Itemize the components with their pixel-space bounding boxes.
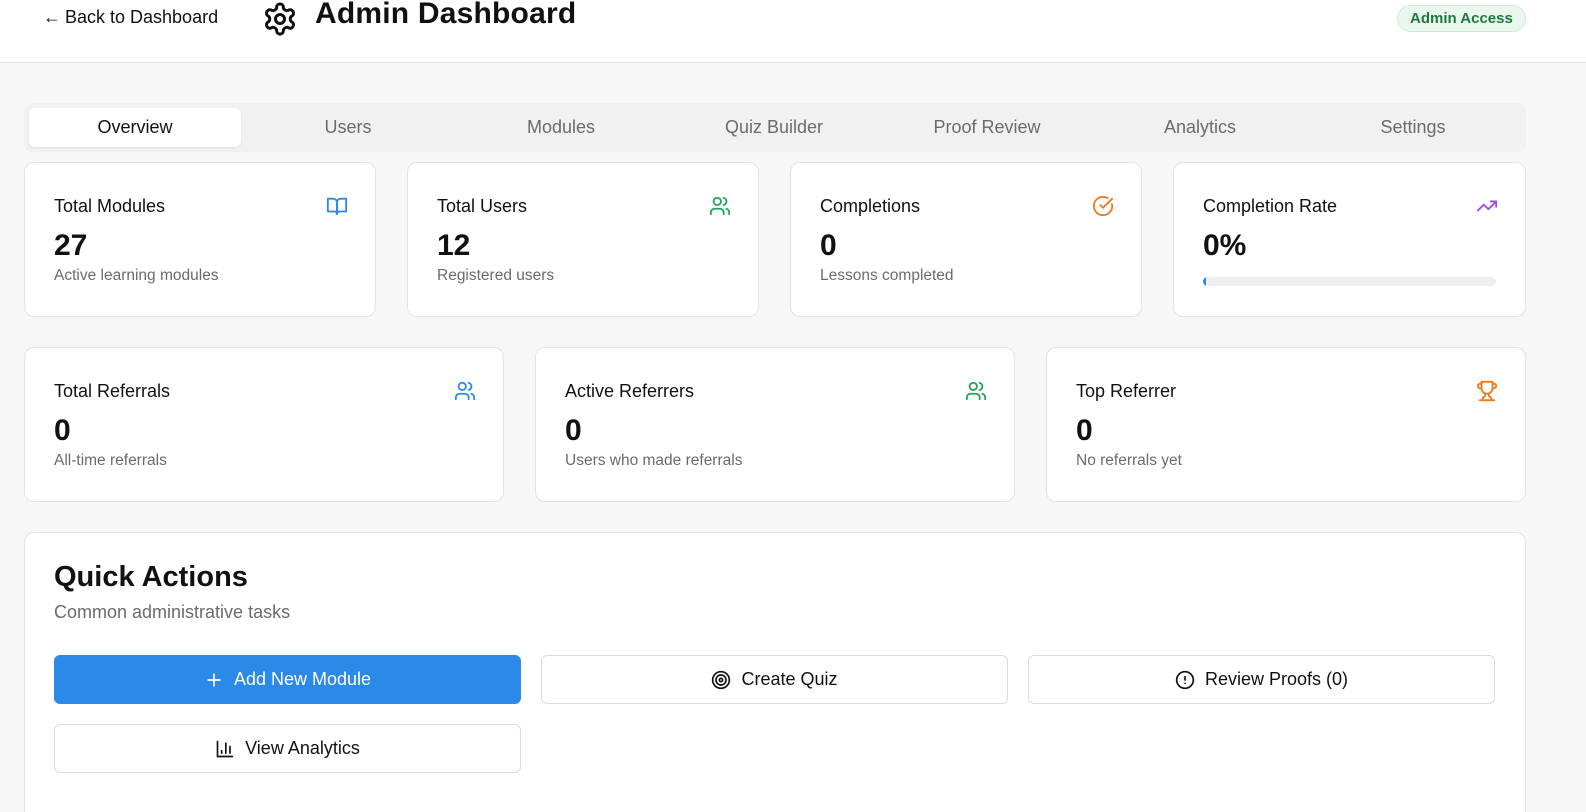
back-link-label: Back to Dashboard (65, 7, 219, 27)
trending-up-icon (1476, 200, 1498, 212)
stat-subtext: Registered users (437, 267, 555, 284)
tab-bar: Overview Users Modules Quiz Builder Proo… (24, 103, 1526, 152)
view-analytics-button[interactable]: View Analytics (54, 724, 521, 773)
stat-label: Total Referrals (54, 381, 171, 401)
page-title: Admin Dashboard (315, 0, 577, 30)
stat-label: Completions (820, 196, 921, 216)
tab-modules[interactable]: Modules (455, 108, 667, 147)
tab-quiz-builder[interactable]: Quiz Builder (668, 108, 880, 147)
stat-value: 0% (1203, 229, 1247, 262)
tab-analytics[interactable]: Analytics (1094, 108, 1306, 147)
stat-value: 27 (54, 229, 88, 262)
review-proofs-button[interactable]: Review Proofs (0) (1028, 655, 1495, 704)
target-icon (712, 670, 731, 689)
back-to-dashboard-link[interactable]: ← Back to Dashboard (43, 7, 218, 28)
users-icon (454, 381, 476, 401)
stat-label: Active Referrers (565, 381, 695, 401)
stat-label: Top Referrer (1076, 381, 1177, 401)
stat-card-completions: Completions 0 Lessons completed (790, 162, 1142, 317)
admin-access-badge: Admin Access (1397, 5, 1526, 32)
stat-card-top-referrer: Top Referrer 0 No referrals yet (1046, 347, 1526, 502)
gear-icon (265, 2, 295, 36)
stat-subtext: No referrals yet (1076, 452, 1182, 469)
stat-card-total-referrals: Total Referrals 0 All-time referrals (24, 347, 504, 502)
alert-circle-icon (1175, 670, 1195, 689)
stat-value: 12 (437, 229, 471, 262)
plus-icon (207, 672, 221, 687)
quick-actions-subtitle: Common administrative tasks (54, 602, 291, 622)
stat-card-active-referrers: Active Referrers 0 Users who made referr… (535, 347, 1015, 502)
tab-proof-review[interactable]: Proof Review (881, 108, 1093, 147)
create-quiz-button[interactable]: Create Quiz (541, 655, 1008, 704)
quick-actions-title: Quick Actions (54, 561, 248, 593)
stat-value: 0 (1076, 414, 1093, 447)
stat-subtext: Users who made referrals (565, 452, 743, 469)
users-icon (709, 196, 731, 216)
users-icon (965, 381, 987, 401)
check-circle-icon (1092, 195, 1114, 217)
stat-card-completion-rate: Completion Rate 0% (1173, 162, 1526, 317)
button-label: Review Proofs (0) (1204, 669, 1349, 689)
tab-overview[interactable]: Overview (29, 108, 241, 147)
stat-label: Total Modules (54, 196, 166, 216)
arrow-left-icon: ← (43, 7, 61, 27)
stat-subtext: Lessons completed (820, 267, 954, 284)
tab-users[interactable]: Users (242, 108, 454, 147)
stat-subtext: Active learning modules (54, 267, 219, 284)
stat-card-total-users: Total Users 12 Registered users (407, 162, 759, 317)
trophy-icon (1476, 380, 1498, 402)
completion-progress-bar (1203, 277, 1496, 286)
add-new-module-button[interactable]: Add New Module (54, 655, 521, 704)
stat-card-total-modules: Total Modules 27 Active learning modules (24, 162, 376, 317)
stat-value: 0 (820, 229, 837, 262)
completion-progress-fill (1203, 277, 1206, 286)
stat-label: Completion Rate (1203, 196, 1338, 216)
stat-label: Total Users (437, 196, 528, 216)
tab-settings[interactable]: Settings (1307, 108, 1519, 147)
header: ← Back to Dashboard Admin Dashboard Admi… (0, 0, 1586, 63)
button-label: View Analytics (245, 738, 360, 758)
stat-value: 0 (565, 414, 582, 447)
quick-actions-card: Quick Actions Common administrative task… (24, 532, 1526, 812)
button-label: Add New Module (233, 669, 372, 689)
book-icon (326, 197, 348, 216)
button-label: Create Quiz (741, 669, 838, 689)
stat-value: 0 (54, 414, 71, 447)
bar-chart-icon (216, 740, 234, 757)
stat-subtext: All-time referrals (54, 452, 167, 469)
